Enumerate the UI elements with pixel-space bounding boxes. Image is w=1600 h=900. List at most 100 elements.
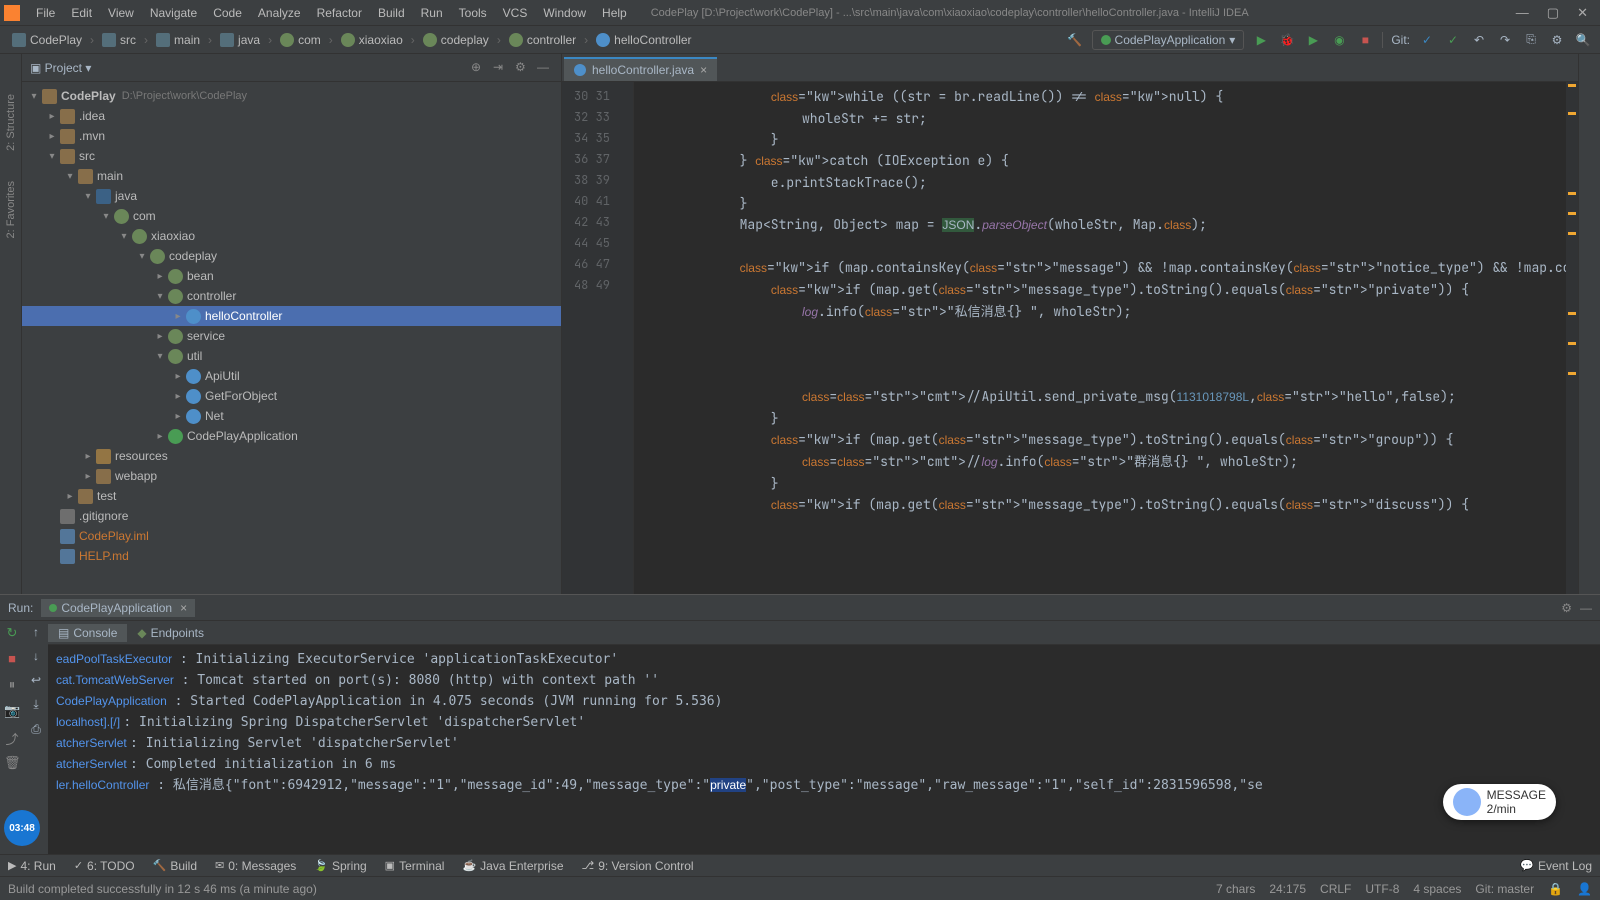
run-config-selector[interactable]: CodePlayApplication ▾ — [1092, 30, 1245, 50]
menu-file[interactable]: File — [28, 2, 63, 24]
ide-settings-icon[interactable]: ⚙ — [1548, 31, 1566, 49]
tree-help[interactable]: HELP.md — [22, 546, 561, 566]
status-encoding[interactable]: UTF-8 — [1365, 882, 1399, 896]
exit-icon[interactable]: ⤴ — [4, 729, 20, 745]
status-pos[interactable]: 24:175 — [1269, 882, 1306, 896]
endpoints-tab[interactable]: ◆Endpoints — [127, 624, 214, 642]
down-icon[interactable]: ↓ — [33, 649, 39, 663]
console-output[interactable]: eadPoolTaskExecutor : Initializing Execu… — [48, 645, 1600, 854]
editor-tab-hellocontroller[interactable]: helloController.java × — [564, 57, 717, 81]
debug-button[interactable]: 🐞 — [1278, 31, 1296, 49]
run-settings-icon[interactable]: ⚙ — [1561, 601, 1572, 615]
stop-button[interactable]: ■ — [1356, 31, 1374, 49]
tree-com[interactable]: ▾com — [22, 206, 561, 226]
scroll-icon[interactable]: ⤓ — [33, 697, 38, 712]
bt-messages[interactable]: ✉ 0: Messages — [215, 859, 296, 873]
coverage-button[interactable]: ▶ — [1304, 31, 1322, 49]
menu-help[interactable]: Help — [594, 2, 635, 24]
run-tab[interactable]: CodePlayApplication× — [41, 599, 195, 617]
build-icon[interactable]: 🔨 — [1066, 31, 1084, 49]
hide-icon[interactable]: — — [537, 60, 553, 76]
tree-gitignore[interactable]: .gitignore — [22, 506, 561, 526]
tree-codeplay[interactable]: ▾codeplay — [22, 246, 561, 266]
crumb-class[interactable]: helloController — [592, 31, 695, 49]
menu-view[interactable]: View — [100, 2, 142, 24]
run-hide-icon[interactable]: — — [1580, 601, 1592, 615]
bt-todo[interactable]: ✓ 6: TODO — [74, 859, 135, 873]
rail-structure[interactable]: 2: Structure — [5, 94, 17, 151]
pause-icon[interactable]: ⏸ — [4, 677, 20, 693]
git-commit-icon[interactable]: ✓ — [1444, 31, 1462, 49]
menu-vcs[interactable]: VCS — [495, 2, 536, 24]
minimize-button[interactable]: — — [1516, 5, 1529, 21]
tree-util[interactable]: ▾util — [22, 346, 561, 366]
camera-icon[interactable]: 📷 — [4, 703, 20, 719]
tree-hellocontroller[interactable]: ▸helloController — [22, 306, 561, 326]
project-header[interactable]: ▣ Project ▾ — [30, 61, 91, 75]
bt-build[interactable]: 🔨 Build — [153, 859, 197, 873]
tree-src[interactable]: ▾src — [22, 146, 561, 166]
bt-javaee[interactable]: ☕ Java Enterprise — [462, 859, 563, 873]
menu-navigate[interactable]: Navigate — [142, 2, 205, 24]
stop-run-icon[interactable]: ■ — [4, 651, 20, 667]
tree-idea[interactable]: ▸.idea — [22, 106, 561, 126]
bt-terminal[interactable]: ▣ Terminal — [385, 859, 445, 873]
menu-tools[interactable]: Tools — [451, 2, 495, 24]
close-tab-icon[interactable]: × — [700, 63, 707, 77]
tree-net[interactable]: ▸Net — [22, 406, 561, 426]
crumb-codeplay[interactable]: codeplay — [419, 31, 493, 49]
tree-bean[interactable]: ▸bean — [22, 266, 561, 286]
tree-java[interactable]: ▾java — [22, 186, 561, 206]
trash-icon[interactable]: 🗑 — [4, 755, 20, 771]
up-icon[interactable]: ↑ — [33, 625, 39, 639]
tree-main[interactable]: ▾main — [22, 166, 561, 186]
bt-spring[interactable]: 🍃 Spring — [314, 859, 366, 873]
rail-favorites[interactable]: 2: Favorites — [5, 181, 17, 238]
settings-icon[interactable]: ⚙ — [515, 60, 531, 76]
menu-window[interactable]: Window — [535, 2, 594, 24]
tree-controller[interactable]: ▾controller — [22, 286, 561, 306]
tree-resources[interactable]: ▸resources — [22, 446, 561, 466]
collapse-all-icon[interactable]: ⇥ — [493, 60, 509, 76]
tree-xiaoxiao[interactable]: ▾xiaoxiao — [22, 226, 561, 246]
tree-webapp[interactable]: ▸webapp — [22, 466, 561, 486]
status-inspect-icon[interactable]: 👤 — [1577, 882, 1592, 896]
bt-vcs[interactable]: ⎇ 9: Version Control — [582, 859, 694, 873]
tree-root[interactable]: ▾CodePlayD:\Project\work\CodePlay — [22, 86, 561, 106]
crumb-java[interactable]: java — [216, 31, 264, 49]
menu-refactor[interactable]: Refactor — [309, 2, 370, 24]
menu-analyze[interactable]: Analyze — [250, 2, 309, 24]
rerun-icon[interactable]: ↻ — [4, 625, 20, 641]
git-revert-icon[interactable]: ↷ — [1496, 31, 1514, 49]
git-history-icon[interactable]: ↶ — [1470, 31, 1488, 49]
profile-button[interactable]: ◉ — [1330, 31, 1348, 49]
menu-build[interactable]: Build — [370, 2, 413, 24]
git-update-icon[interactable]: ✓ — [1418, 31, 1436, 49]
console-tab[interactable]: ▤Console — [48, 624, 127, 642]
clock-widget[interactable]: 03:48 — [4, 810, 40, 846]
message-badge[interactable]: MESSAGE2/min — [1443, 784, 1556, 820]
bt-eventlog[interactable]: 💬 Event Log — [1520, 859, 1592, 873]
status-git[interactable]: Git: master — [1475, 882, 1534, 896]
crumb-project[interactable]: CodePlay — [8, 31, 86, 49]
crumb-com[interactable]: com — [276, 31, 325, 49]
status-indent[interactable]: 4 spaces — [1413, 882, 1461, 896]
tree-apiutil[interactable]: ▸ApiUtil — [22, 366, 561, 386]
tree-iml[interactable]: CodePlay.iml — [22, 526, 561, 546]
run-button[interactable]: ▶ — [1252, 31, 1270, 49]
status-line-ending[interactable]: CRLF — [1320, 882, 1351, 896]
wrap-icon[interactable]: ↩ — [31, 673, 41, 687]
maximize-button[interactable]: ▢ — [1547, 5, 1559, 21]
tree-codeplayapp[interactable]: ▸CodePlayApplication — [22, 426, 561, 446]
crumb-xiaoxiao[interactable]: xiaoxiao — [337, 31, 407, 49]
tree-getforobject[interactable]: ▸GetForObject — [22, 386, 561, 406]
crumb-src[interactable]: src — [98, 31, 140, 49]
git-diff-icon[interactable]: ⎘ — [1522, 31, 1540, 49]
tree-mvn[interactable]: ▸.mvn — [22, 126, 561, 146]
menu-run[interactable]: Run — [413, 2, 451, 24]
crumb-main[interactable]: main — [152, 31, 204, 49]
bt-run[interactable]: ▶ 4: Run — [8, 859, 56, 873]
status-lock-icon[interactable]: 🔒 — [1548, 882, 1563, 896]
close-button[interactable]: ✕ — [1577, 5, 1588, 21]
search-icon[interactable]: 🔍 — [1574, 31, 1592, 49]
